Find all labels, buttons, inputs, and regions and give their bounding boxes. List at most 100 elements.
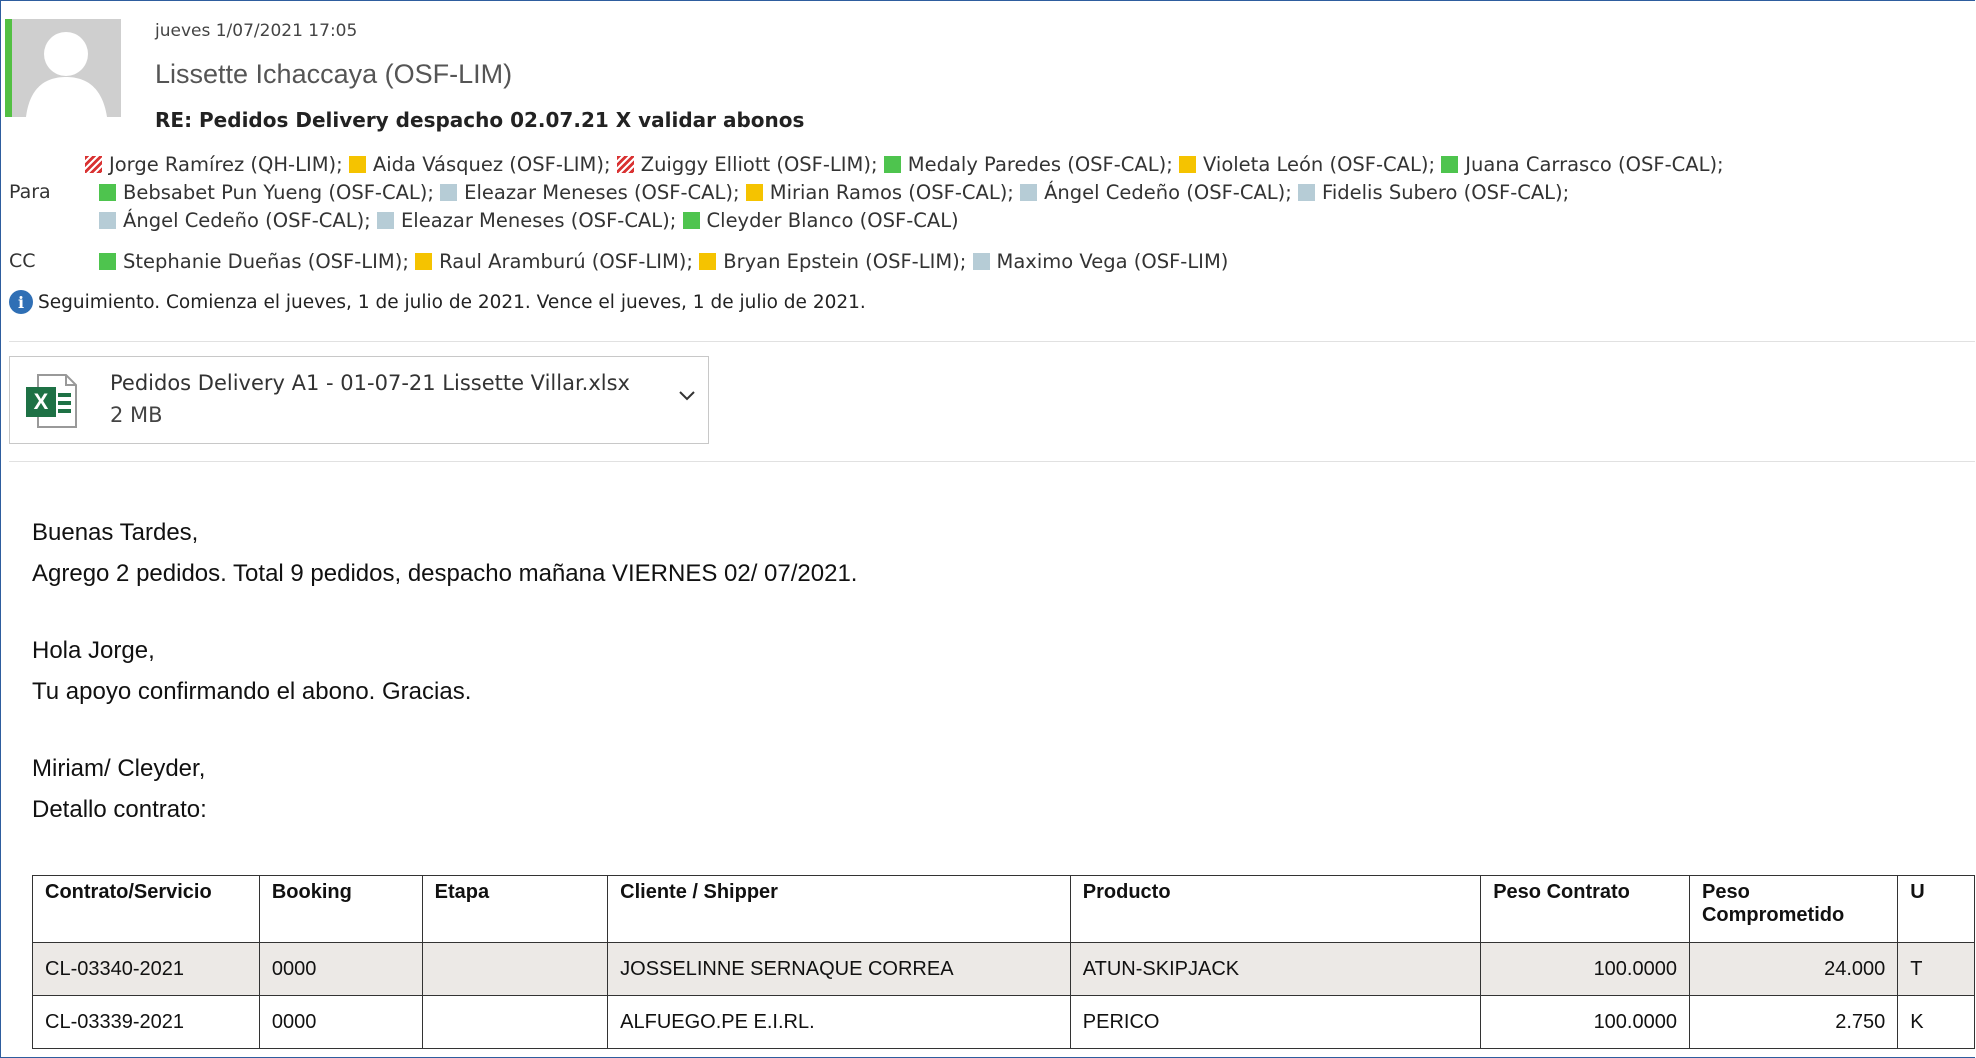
chevron-down-icon[interactable]	[675, 383, 699, 413]
table-row: CL-03340-2021 0000 JOSSELINNE SERNAQUE COR…	[32, 942, 1975, 996]
body-line: Hola Jorge,	[32, 637, 155, 664]
sent-date: jueves 1/07/2021 17:05	[155, 21, 358, 41]
recipient[interactable]: Medaly Paredes (OSF-CAL);	[883, 153, 1173, 176]
table-cell: K	[1897, 995, 1975, 1049]
table-cell: ATUN-SKIPJACK	[1069, 942, 1482, 996]
table-cell: 0000	[258, 942, 423, 996]
info-icon: i	[9, 290, 33, 314]
table-cell: JOSSELINNE SERNAQUE CORREA	[607, 942, 1071, 996]
recipient-name: Jorge Ramírez (QH-LIM);	[109, 153, 343, 176]
divider	[9, 341, 1975, 342]
presence-bar	[5, 19, 12, 117]
recipient-name: Bryan Epstein (OSF-LIM);	[723, 250, 967, 273]
sender-name[interactable]: Lissette Ichaccaya (OSF-LIM)	[155, 59, 512, 90]
email-reading-pane: jueves 1/07/2021 17:05 Lissette Ichaccay…	[0, 0, 1975, 1058]
presence-status-icon	[376, 212, 394, 229]
table-header: U	[1897, 875, 1975, 943]
recipient[interactable]: Bebsabet Pun Yueng (OSF-CAL);	[99, 181, 434, 204]
recipient-name: Mirian Ramos (OSF-CAL);	[769, 181, 1014, 204]
table-cell: PERICO	[1069, 995, 1482, 1049]
table-cell: CL-03340-2021	[32, 942, 260, 996]
table-cell: T	[1897, 942, 1975, 996]
body-line: Tu apoyo confirmando el abono. Gracias.	[32, 678, 472, 705]
recipient[interactable]: Bryan Epstein (OSF-LIM);	[699, 250, 966, 273]
to-recipients: Jorge Ramírez (QH-LIM); Aida Vásquez (OS…	[85, 151, 1965, 235]
presence-status-icon	[1020, 184, 1038, 201]
recipient-name: Cleyder Blanco (OSF-CAL)	[706, 209, 959, 232]
table-header: Booking	[258, 875, 423, 943]
table-header: Cliente / Shipper	[607, 875, 1071, 943]
table-row: CL-03339-2021 0000 ALFUEGO.PE E.I.RL. PERIC…	[32, 995, 1975, 1049]
recipient[interactable]: Violeta León (OSF-CAL);	[1179, 153, 1435, 176]
recipient-name: Juana Carrasco (OSF-CAL);	[1465, 153, 1724, 176]
svg-text:X: X	[34, 389, 49, 414]
table-cell: 100.0000	[1480, 942, 1690, 996]
recipient[interactable]: Fidelis Subero (OSF-CAL);	[1298, 181, 1569, 204]
presence-status-icon	[1298, 184, 1316, 201]
table-header: Peso Contrato	[1480, 875, 1690, 943]
presence-status-icon	[99, 184, 116, 201]
recipient-name: Eleazar Meneses (OSF-CAL);	[400, 209, 677, 232]
table-cell: CL-03339-2021	[32, 995, 260, 1049]
presence-status-icon	[415, 253, 433, 270]
table-header: Etapa	[421, 875, 609, 943]
recipient-name: Medaly Paredes (OSF-CAL);	[907, 153, 1173, 176]
body-greeting: Buenas Tardes,	[32, 519, 199, 546]
recipient[interactable]: Ángel Cedeño (OSF-CAL);	[99, 209, 371, 232]
recipient-name: Ángel Cedeño (OSF-CAL);	[1044, 181, 1292, 204]
attachment-card[interactable]: X Pedidos Delivery A1 - 01-07-21 Lissett…	[9, 356, 709, 444]
table-cell: 100.0000	[1480, 995, 1690, 1049]
table-cell: 0000	[258, 995, 423, 1049]
table-header: Peso Comprometido	[1688, 875, 1899, 943]
cc-label: CC	[9, 250, 36, 272]
recipient[interactable]: Cleyder Blanco (OSF-CAL)	[682, 209, 959, 232]
recipient[interactable]: Mirian Ramos (OSF-CAL);	[745, 181, 1014, 204]
body-line: Detallo contrato:	[32, 796, 207, 823]
divider	[9, 461, 1975, 462]
recipient[interactable]: Ángel Cedeño (OSF-CAL);	[1020, 181, 1292, 204]
presence-status-icon	[699, 253, 717, 270]
recipient[interactable]: Jorge Ramírez (QH-LIM);	[85, 153, 343, 176]
recipient-name: Fidelis Subero (OSF-CAL);	[1322, 181, 1570, 204]
attachment-size: 2 MB	[110, 403, 163, 427]
table-cell	[421, 942, 609, 996]
recipient-name: Zuiggy Elliott (OSF-LIM);	[640, 153, 878, 176]
table-cell: 24.000	[1688, 942, 1899, 996]
recipient[interactable]: Aida Vásquez (OSF-LIM);	[348, 153, 611, 176]
recipient[interactable]: Stephanie Dueñas (OSF-LIM);	[99, 250, 409, 273]
recipient-line: Bebsabet Pun Yueng (OSF-CAL); Eleazar Me…	[99, 179, 1965, 207]
recipient-name: Ángel Cedeño (OSF-CAL);	[123, 209, 371, 232]
recipient-name: Maximo Vega (OSF-LIM)	[996, 250, 1229, 273]
presence-status-icon	[745, 184, 763, 201]
body-line: Agrego 2 pedidos. Total 9 pedidos, despa…	[32, 560, 858, 587]
recipient[interactable]: Raul Aramburú (OSF-LIM);	[415, 250, 693, 273]
table-header: Contrato/Servicio	[32, 875, 260, 943]
recipient[interactable]: Zuiggy Elliott (OSF-LIM);	[616, 153, 878, 176]
recipient-line: Jorge Ramírez (QH-LIM); Aida Vásquez (OS…	[85, 151, 1965, 179]
presence-status-icon	[1441, 156, 1459, 173]
attachment-name: Pedidos Delivery A1 - 01-07-21 Lissette …	[110, 371, 630, 395]
recipient-line: Ángel Cedeño (OSF-CAL); Eleazar Meneses …	[99, 207, 1965, 235]
presence-status-icon	[85, 156, 102, 173]
excel-icon: X	[26, 374, 77, 428]
recipient[interactable]: Eleazar Meneses (OSF-CAL);	[440, 181, 740, 204]
avatar[interactable]	[12, 19, 121, 117]
table-cell: 2.750	[1688, 995, 1899, 1049]
recipient[interactable]: Maximo Vega (OSF-LIM)	[972, 250, 1229, 273]
subject: RE: Pedidos Delivery despacho 02.07.21 X…	[155, 108, 805, 132]
to-label: Para	[9, 181, 51, 203]
followup-bar: i Seguimiento. Comienza el jueves, 1 de …	[9, 290, 866, 314]
recipient[interactable]: Juana Carrasco (OSF-CAL);	[1441, 153, 1724, 176]
presence-status-icon	[616, 156, 634, 173]
presence-status-icon	[99, 212, 116, 229]
presence-status-icon	[440, 184, 458, 201]
body-line: Miriam/ Cleyder,	[32, 755, 206, 782]
followup-text: Seguimiento. Comienza el jueves, 1 de ju…	[38, 291, 866, 313]
contract-table: Contrato/Servicio Booking Etapa Cliente / S…	[32, 875, 1975, 1049]
table-cell	[421, 995, 609, 1049]
recipient[interactable]: Eleazar Meneses (OSF-CAL);	[376, 209, 677, 232]
table-cell: ALFUEGO.PE E.I.RL.	[607, 995, 1071, 1049]
presence-status-icon	[99, 253, 116, 270]
presence-status-icon	[682, 212, 700, 229]
presence-status-icon	[348, 156, 366, 173]
